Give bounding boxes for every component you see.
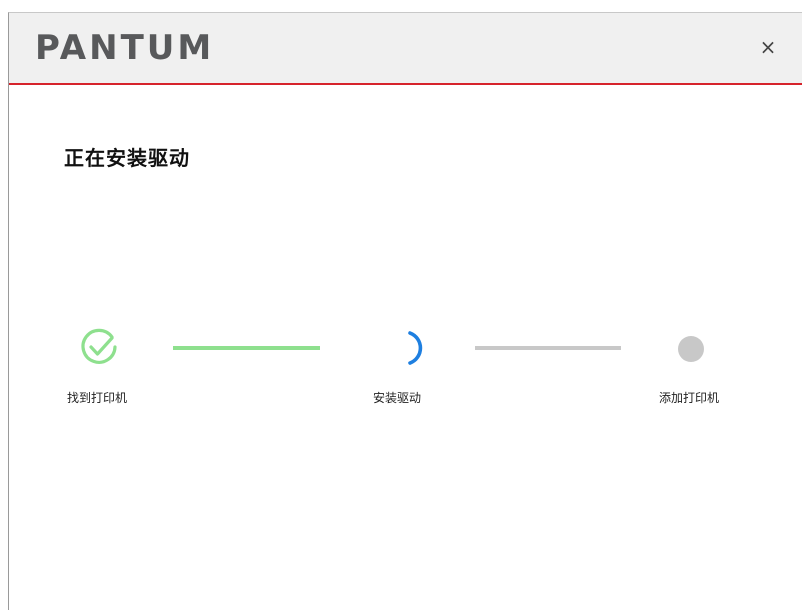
step-label-add-printer: 添加打印机 xyxy=(659,391,720,405)
step-label-install-driver: 安装驱动 xyxy=(373,391,422,405)
connector-pending xyxy=(475,346,621,350)
close-button[interactable]: × xyxy=(756,35,780,59)
check-circle-icon xyxy=(81,328,117,364)
dot-icon xyxy=(678,336,704,362)
pantum-logo: PANTUM xyxy=(35,28,215,68)
title-bar: PANTUM × xyxy=(9,13,802,85)
spinner-icon xyxy=(408,331,423,365)
connector-done xyxy=(173,346,320,350)
installer-window: PANTUM × 正在安装驱动 找到打印机 安装驱动 添加打印机 xyxy=(8,12,802,610)
page-title: 正在安装驱动 xyxy=(64,146,190,170)
step-label-find-printer: 找到打印机 xyxy=(67,391,128,405)
